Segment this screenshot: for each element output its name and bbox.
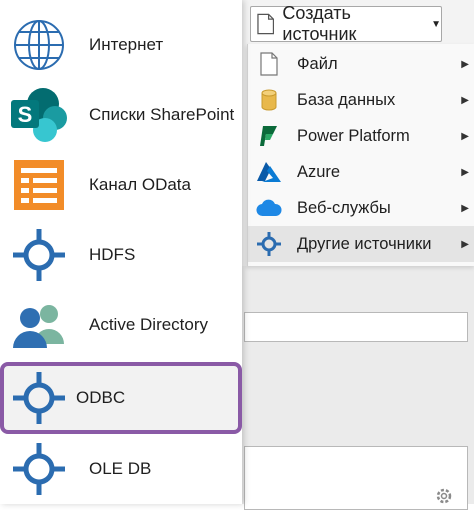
cloud-icon xyxy=(256,195,282,221)
menu-item-azure[interactable]: Azure ▶ xyxy=(248,154,474,190)
database-icon xyxy=(256,87,282,113)
menu-item-web-services[interactable]: Веб-службы ▶ xyxy=(248,190,474,226)
menu-item-file[interactable]: Файл ▶ xyxy=(248,46,474,82)
menu-item-internet[interactable]: Интернет xyxy=(0,10,242,80)
connector-icon xyxy=(8,438,70,500)
menu-item-active-directory[interactable]: Active Directory xyxy=(0,290,242,360)
menu-item-hdfs[interactable]: HDFS xyxy=(0,220,242,290)
chevron-right-icon: ▶ xyxy=(461,130,469,142)
active-directory-icon xyxy=(8,294,70,356)
menu-item-sharepoint-lists[interactable]: S Списки SharePoint xyxy=(0,80,242,150)
menu-item-label: ODBC xyxy=(76,388,126,407)
create-source-menu: Файл ▶ База данных ▶ Power Platform ▶ Az… xyxy=(247,44,474,266)
menu-item-power-platform[interactable]: Power Platform ▶ xyxy=(248,118,474,154)
azure-icon xyxy=(256,159,282,185)
power-platform-icon xyxy=(256,123,282,149)
caret-down-icon: ▼ xyxy=(431,18,441,30)
chevron-right-icon: ▶ xyxy=(461,94,469,106)
menu-item-label: Канал OData xyxy=(89,175,191,194)
properties-input[interactable] xyxy=(244,312,468,342)
sharepoint-icon: S xyxy=(8,84,70,146)
chevron-right-icon: ▶ xyxy=(461,202,469,214)
new-document-icon xyxy=(257,13,275,35)
gear-icon[interactable] xyxy=(434,486,454,506)
create-source-button[interactable]: Создать источник ▼ xyxy=(250,3,442,44)
menu-item-label: Azure xyxy=(297,162,341,181)
menu-item-odbc[interactable]: ODBC xyxy=(0,362,242,434)
menu-item-database[interactable]: База данных ▶ xyxy=(248,82,474,118)
other-sources-menu: Интернет S Списки SharePoint Канал OData… xyxy=(0,0,242,504)
chevron-right-icon: ▶ xyxy=(461,58,469,70)
svg-text:S: S xyxy=(18,102,33,127)
create-source-label: Создать источник xyxy=(282,3,357,44)
menu-item-other-sources[interactable]: Другие источники ▶ xyxy=(248,226,474,262)
menu-item-label: База данных xyxy=(297,90,396,109)
menu-item-label: HDFS xyxy=(89,245,136,264)
connector-icon xyxy=(8,367,70,429)
menu-item-label: Другие источники xyxy=(297,234,432,253)
menu-item-label: OLE DB xyxy=(89,459,152,478)
menu-item-label: Active Directory xyxy=(89,315,209,334)
file-icon xyxy=(256,51,282,77)
odata-icon xyxy=(8,154,70,216)
chevron-right-icon: ▶ xyxy=(461,166,469,178)
menu-item-label: Веб-службы xyxy=(297,198,391,217)
connector-icon xyxy=(8,224,70,286)
chevron-right-icon: ▶ xyxy=(461,238,469,250)
menu-item-label: Power Platform xyxy=(297,126,410,145)
connector-icon xyxy=(256,231,282,257)
globe-icon xyxy=(8,14,70,76)
menu-item-label: Списки SharePoint xyxy=(89,105,235,124)
menu-item-label: Файл xyxy=(297,54,338,73)
menu-item-label: Интернет xyxy=(89,35,164,54)
menu-item-odata-feed[interactable]: Канал OData xyxy=(0,150,242,220)
menu-item-ole-db[interactable]: OLE DB xyxy=(0,434,242,504)
